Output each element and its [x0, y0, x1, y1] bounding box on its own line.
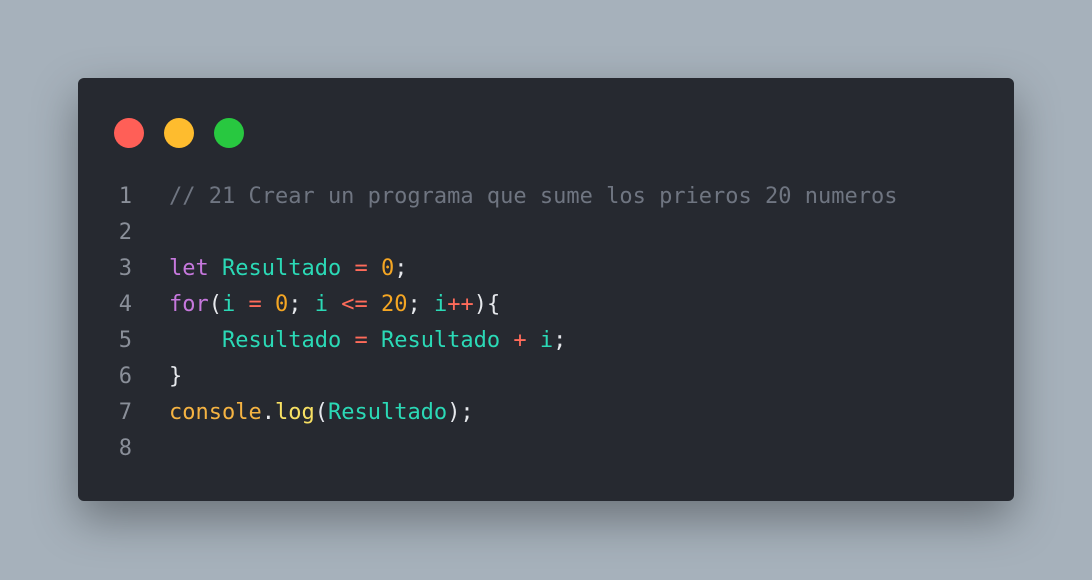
code-line: 4 for(i = 0; i <= 20; i++){ — [78, 287, 1014, 323]
code-line: 7 console.log(Resultado); — [78, 395, 1014, 431]
code-line: 5 Resultado = Resultado + i; — [78, 323, 1014, 359]
code-token: i — [222, 292, 236, 317]
line-source: for(i = 0; i <= 20; i++){ — [169, 287, 500, 323]
line-source: } — [169, 359, 182, 395]
code-token: Resultado — [380, 328, 501, 353]
code-token: let — [169, 256, 209, 281]
line-number: 8 — [118, 436, 132, 461]
code-token: i — [434, 292, 448, 317]
line-number: 7 — [118, 400, 132, 425]
code-token: ; — [394, 256, 408, 281]
line-number: 6 — [118, 364, 132, 389]
line-source: Resultado = Resultado + i; — [169, 323, 566, 359]
code-token: ++ — [447, 292, 474, 317]
code-token: + — [513, 328, 527, 353]
code-token: ){ — [473, 292, 501, 317]
line-source: console.log(Resultado); — [169, 395, 474, 431]
code-line: 2 — [78, 215, 1014, 251]
line-number: 5 — [118, 328, 132, 353]
code-token: 0 — [275, 292, 289, 317]
code-token: Resultado — [222, 256, 342, 281]
line-number: 1 — [118, 184, 132, 209]
line-number: 2 — [118, 220, 132, 245]
code-token: = — [354, 328, 368, 353]
code-token: ; — [288, 292, 315, 317]
code-token: = — [248, 292, 262, 317]
code-token: log — [274, 400, 315, 425]
code-token: ; — [553, 328, 567, 353]
maximize-dot-icon[interactable] — [214, 118, 244, 148]
code-token: = — [354, 256, 368, 281]
code-window: 1 // 21 Crear un programa que sume los pr… — [78, 78, 1014, 501]
code-token: i — [314, 292, 328, 317]
code-line: 3 let Resultado = 0; — [78, 251, 1014, 287]
code-token: } — [169, 364, 183, 389]
code-editor: 1 // 21 Crear un programa que sume los pr… — [78, 179, 1014, 467]
code-line: 6} — [78, 359, 1014, 395]
code-line: 8 — [78, 431, 1014, 467]
line-source: let Resultado = 0; — [169, 251, 407, 287]
code-token: ); — [447, 400, 474, 425]
window-controls — [114, 118, 244, 148]
code-token: Resultado — [327, 400, 448, 425]
close-dot-icon[interactable] — [114, 118, 144, 148]
code-token: ( — [208, 292, 222, 317]
line-source: // 21 Crear un programa que sume los pri… — [169, 179, 897, 215]
code-token: Resultado — [221, 328, 342, 353]
code-token: <= — [341, 292, 368, 317]
code-token: console — [169, 400, 262, 425]
code-token: ; — [407, 292, 434, 317]
code-token: i — [539, 328, 554, 353]
code-line: 1 // 21 Crear un programa que sume los pr… — [78, 179, 1014, 215]
code-token: // 21 Crear un programa que sume los pri… — [169, 184, 898, 209]
code-token: for — [169, 292, 209, 317]
code-token: 0 — [380, 256, 395, 281]
code-token: . — [261, 400, 275, 425]
line-number: 3 — [118, 256, 132, 281]
code-token: ( — [314, 400, 328, 425]
line-number: 4 — [118, 292, 132, 317]
code-token: 20 — [381, 292, 408, 317]
minimize-dot-icon[interactable] — [164, 118, 194, 148]
